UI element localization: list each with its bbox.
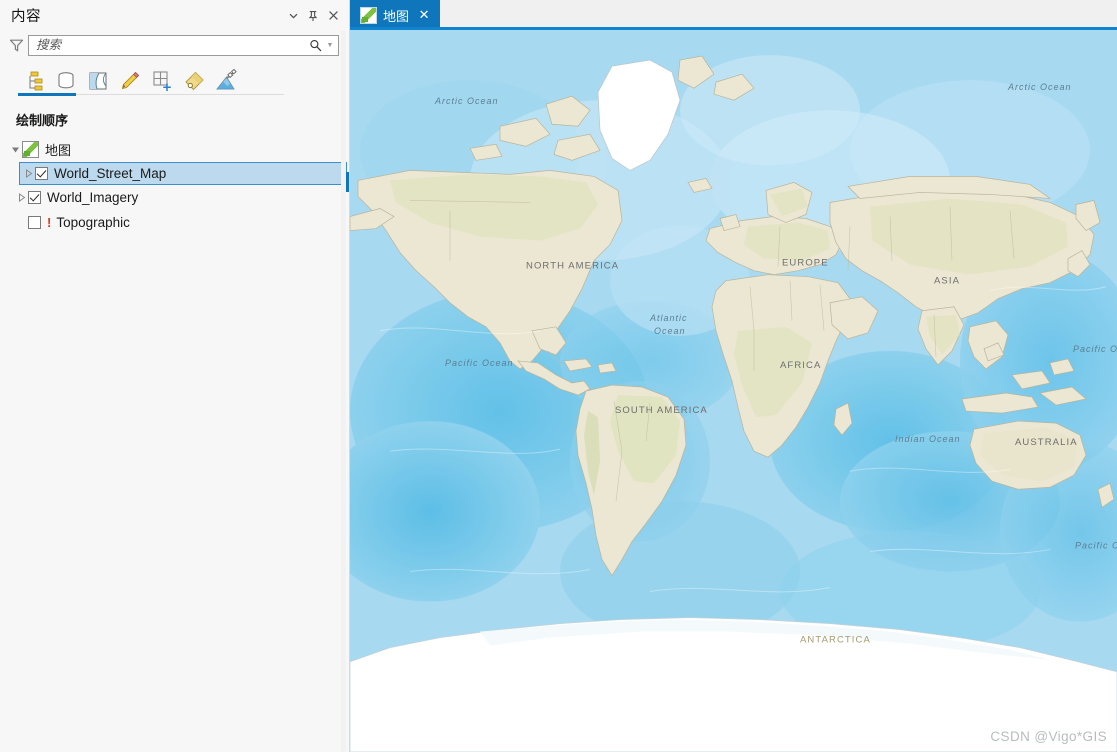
label-atlantic-ocean-line2: Ocean [654, 326, 685, 336]
label-australia: AUSTRALIA [1015, 437, 1078, 448]
layer-visibility-checkbox[interactable] [28, 216, 41, 229]
label-south-america: SOUTH AMERICA [615, 405, 708, 416]
layer-label: World_Street_Map [54, 166, 167, 181]
layer-row-world-imagery[interactable]: World_Imagery [0, 185, 349, 210]
search-box[interactable]: ▼ [28, 34, 339, 56]
label-europe: EUROPE [782, 258, 829, 269]
contents-pane: 内容 搜索 ▼ 绘制顺序 地图 World_Street_Map World_I… [0, 0, 350, 752]
tab-label: 地图 [383, 8, 410, 24]
label-pacific-ocean-southeast: Pacific Ocean [1075, 540, 1117, 550]
layer-label: Topographic [56, 215, 130, 230]
search-row: ▼ [0, 31, 349, 59]
chevron-down-icon[interactable]: ▼ [324, 42, 336, 49]
map-canvas[interactable]: NORTH AMERICA SOUTH AMERICA EUROPE AFRIC… [350, 30, 1117, 752]
world-basemap: NORTH AMERICA SOUTH AMERICA EUROPE AFRIC… [350, 30, 1117, 752]
tab-map[interactable]: 地图 ✕ [350, 0, 441, 30]
layer-row-world-street-map[interactable]: World_Street_Map [19, 162, 347, 185]
layer-visibility-checkbox[interactable] [28, 191, 41, 204]
label-pacific-ocean-east: Pacific Ocean [1073, 344, 1117, 354]
label-pacific-ocean-west: Pacific Ocean [445, 358, 513, 368]
filter-icon[interactable] [4, 34, 28, 56]
layer-row-topographic[interactable]: ! Topographic [0, 210, 349, 235]
close-icon[interactable]: ✕ [417, 7, 431, 22]
list-by-selection-icon[interactable] [82, 66, 114, 96]
tree-root-label: 地图 [45, 143, 72, 158]
label-atlantic-ocean-line1: Atlantic [649, 313, 687, 323]
chevron-right-icon[interactable] [21, 167, 35, 181]
watermark: CSDN @Vigo*GIS [990, 729, 1107, 744]
list-by-editing-icon[interactable] [114, 66, 146, 96]
map-icon [360, 6, 377, 24]
search-input[interactable] [36, 36, 306, 54]
chevron-right-icon[interactable] [14, 191, 28, 205]
drawing-order-section-title: 绘制顺序 [16, 113, 69, 128]
label-arctic-ocean-west: Arctic Ocean [434, 96, 498, 106]
pane-edge-accent [346, 172, 349, 192]
expander-placeholder [14, 216, 28, 230]
list-by-charts-icon[interactable] [210, 66, 242, 96]
contents-pane-header: 内容 [0, 0, 349, 31]
search-icon[interactable] [306, 39, 324, 52]
layer-label: World_Imagery [47, 190, 139, 205]
label-arctic-ocean-east: Arctic Ocean [1007, 82, 1071, 92]
pin-icon[interactable] [303, 6, 323, 26]
label-north-america: NORTH AMERICA [526, 261, 619, 272]
list-by-drawing-order-icon[interactable] [18, 66, 50, 96]
label-africa: AFRICA [780, 360, 821, 371]
layer-tree: 地图 World_Street_Map World_Imagery ! Topo… [0, 135, 349, 235]
tree-root-map[interactable]: 地图 [0, 137, 349, 162]
list-by-snapping-icon[interactable] [146, 66, 178, 96]
chevron-down-icon[interactable] [8, 143, 22, 157]
map-icon [22, 141, 39, 158]
contents-toolbar [0, 59, 349, 96]
map-tab-bar: 地图 ✕ [350, 0, 1117, 30]
list-by-data-source-icon[interactable] [50, 66, 82, 96]
close-icon[interactable] [323, 6, 343, 26]
warning-icon[interactable]: ! [47, 216, 51, 229]
list-by-labeling-icon[interactable] [178, 66, 210, 96]
contents-scrollbar[interactable] [341, 31, 346, 752]
arcgis-pro-window: 内容 搜索 ▼ 绘制顺序 地图 World_Street_Map World_I… [0, 0, 1117, 752]
map-view-area: 地图 ✕ NORTH AMERICA SOUTH AMERICA EUROPE … [350, 0, 1117, 752]
label-indian-ocean: Indian Ocean [895, 434, 960, 444]
label-antarctica: ANTARCTICA [800, 635, 871, 646]
dropdown-icon[interactable] [283, 6, 303, 26]
layer-visibility-checkbox[interactable] [35, 167, 48, 180]
label-asia: ASIA [934, 276, 960, 287]
page-title: 内容 [11, 9, 41, 25]
active-tool-underline [18, 93, 76, 96]
